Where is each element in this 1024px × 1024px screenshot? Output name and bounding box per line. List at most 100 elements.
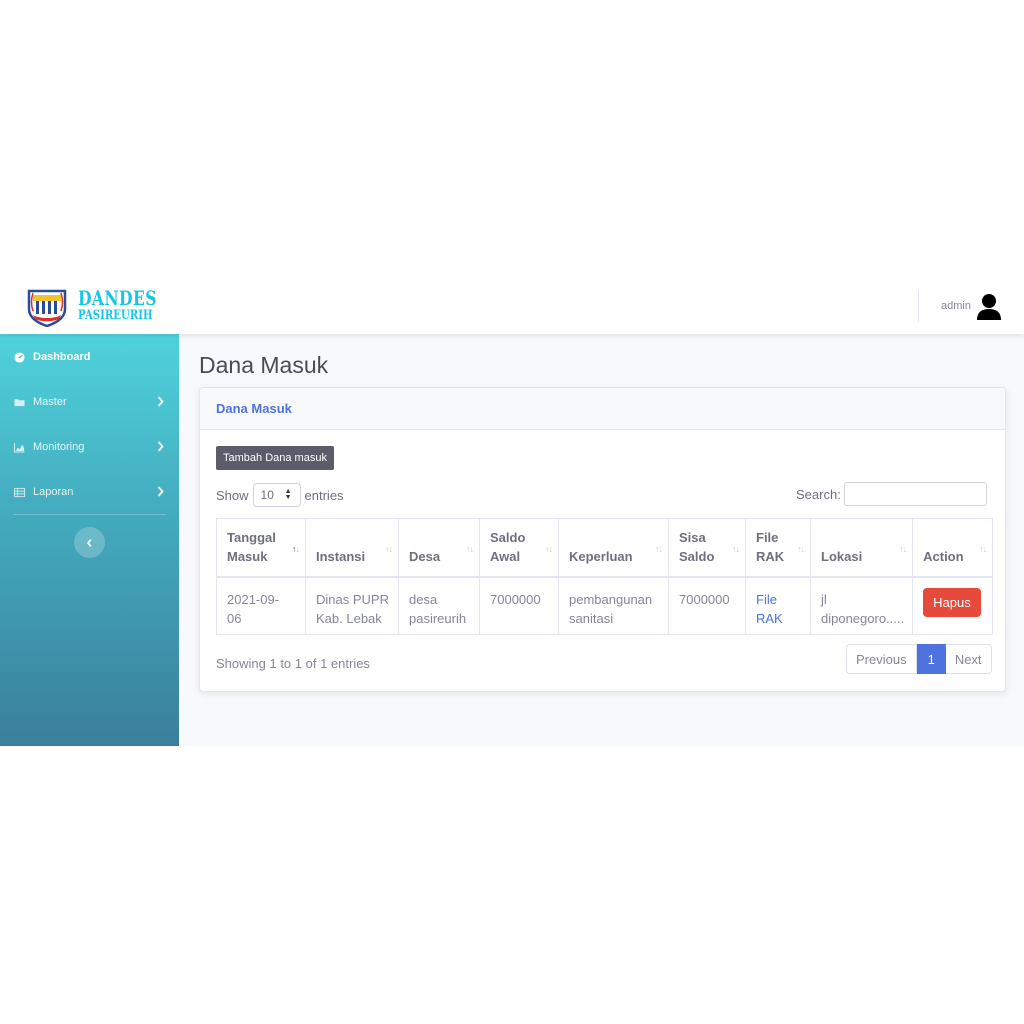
cell-text-line2: diponegoro..... [821,610,905,626]
cell-saldo-awal: 7000000 [479,576,559,635]
header-label-line1: File [756,529,779,545]
sort-icon: ↑↓ [466,543,474,554]
cell-action: Hapus [912,576,994,635]
header-label-line1: Saldo [490,529,526,545]
chevron-right-icon [157,486,164,497]
brand-name[interactable]: DANDES PASIREURIH [78,288,179,322]
hapus-button[interactable]: Hapus [923,587,981,617]
page-1-button[interactable]: 1 [916,644,946,674]
column-header-lokasi[interactable]: Lokasi ↑↓ [809,518,914,578]
chevron-right-icon [157,441,164,452]
sidebar: Dashboard Master Monitoring Laporan [0,334,179,746]
cell-text-line1: 2021-09- [227,591,280,607]
header-label-line2: RAK [756,548,785,564]
brand-line-1: DANDES [78,286,157,310]
column-header-sisa-saldo[interactable]: Sisa Saldo ↑↓ [668,518,746,578]
card-header: Dana Masuk [200,388,1005,430]
cell-keperluan: pembangunan sanitasi [558,576,669,635]
app-window: DANDES PASIREURIH admin Dashboard Master [0,279,1024,746]
header-label: Keperluan [569,548,633,564]
cell-text-line1: pembangunan [569,591,653,607]
cell-text-line1: desa [409,591,438,607]
cell-text-line2: 06 [227,610,242,626]
header-label: Instansi [316,548,366,564]
cell-text-line1: jl [821,591,827,607]
chevron-right-icon [157,396,164,407]
sort-icon: ↑↓ [899,543,907,554]
sidebar-divider [13,514,166,515]
cell-text-line2: sanitasi [569,610,614,626]
sort-icon: ↑↓ [797,543,805,554]
sort-icon: ↑↓ [385,543,393,554]
header-label: Desa [409,548,441,564]
sidebar-item-label: Monitoring [33,441,85,453]
header-label-line1: Sisa [679,529,706,545]
header-label-line2: Masuk [227,548,268,564]
tachometer-icon [14,351,25,363]
cell-text-line2: pasireurih [409,610,467,626]
logo-shield-icon [27,289,67,327]
chevron-left-icon [86,538,92,547]
column-header-saldo-awal[interactable]: Saldo Awal ↑↓ [479,518,559,578]
sort-icon: ↑↓ [732,543,740,554]
column-header-desa[interactable]: Desa ↑↓ [398,518,480,578]
column-header-file-rak[interactable]: File RAK ↑↓ [745,518,811,578]
header-label-line1: Tanggal [227,529,276,545]
dana-masuk-card: Dana Masuk Tambah Dana masuk Show 10 ▲ ▼ … [199,387,1006,692]
user-icon[interactable] [976,293,1002,321]
column-header-tanggal-masuk[interactable]: Tanggal Masuk ↑↓ [216,518,306,578]
header-label-line2: Awal [490,548,521,564]
column-header-keperluan[interactable]: Keperluan ↑↓ [558,518,669,578]
previous-page-button[interactable]: Previous [846,644,917,674]
table-header-row: Tanggal Masuk ↑↓ Instansi ↑↓ Desa ↑↓ Sal… [216,518,994,578]
sidebar-item-label: Master [33,396,67,408]
table-icon [14,487,25,497]
add-dana-masuk-button[interactable]: Tambah Dana masuk [216,446,334,470]
header-label-line2: Saldo [679,548,715,564]
area-chart-icon [14,442,25,453]
table-row: 2021-09- 06 Dinas PUPR Kab. Lebak desa p… [216,576,994,635]
cell-instansi: Dinas PUPR Kab. Lebak [305,576,399,635]
page-length-select[interactable]: 10 ▲ ▼ [252,483,301,507]
sidebar-item-master[interactable]: Master [0,382,179,422]
entries-label: entries [304,487,344,503]
card-title: Dana Masuk [216,401,292,416]
user-name[interactable]: admin [941,300,971,312]
page-title: Dana Masuk [199,352,329,378]
select-arrows-icon: ▲ ▼ [284,488,292,501]
link-text-line1: File [756,591,777,607]
sort-icon: ↑↓ [545,543,553,554]
brand-line-2: PASIREURIH [78,308,153,323]
sidebar-item-laporan[interactable]: Laporan [0,472,179,512]
cell-text-line2: Kab. Lebak [316,610,382,626]
page-length-value: 10 [260,488,274,502]
cell-desa: desa pasireurih [398,576,480,635]
topbar-divider [918,290,919,322]
sidebar-item-monitoring[interactable]: Monitoring [0,427,179,467]
dana-masuk-table: Tanggal Masuk ↑↓ Instansi ↑↓ Desa ↑↓ Sal… [216,518,994,635]
sidebar-item-label: Dashboard [33,351,91,363]
entries-length-control: Show 10 ▲ ▼ entries [216,483,344,507]
show-label: Show [216,487,249,503]
next-page-button[interactable]: Next [945,644,992,674]
topbar: DANDES PASIREURIH admin [0,279,1024,334]
folder-icon [14,398,25,406]
cell-file-rak: File RAK [745,576,811,635]
table-info: Showing 1 to 1 of 1 entries [216,656,370,671]
link-text-line2: RAK [756,610,783,626]
file-rak-link[interactable]: File RAK [756,592,783,626]
cell-text-line1: Dinas PUPR [316,591,389,607]
cell-sisa-saldo: 7000000 [668,576,746,635]
sidebar-toggle-button[interactable] [74,527,105,558]
header-label: Action [923,548,964,564]
sort-ascending-icon: ↑↓ [292,543,300,554]
column-header-instansi[interactable]: Instansi ↑↓ [305,518,399,578]
search-input[interactable] [844,482,987,506]
header-label: Lokasi [821,548,863,564]
sort-icon: ↑↓ [979,543,987,554]
column-header-action[interactable]: Action ↑↓ [912,518,994,578]
sidebar-item-label: Laporan [33,486,74,498]
sidebar-item-dashboard[interactable]: Dashboard [0,337,179,377]
sort-icon: ↑↓ [655,543,663,554]
cell-tanggal-masuk: 2021-09- 06 [216,576,306,635]
